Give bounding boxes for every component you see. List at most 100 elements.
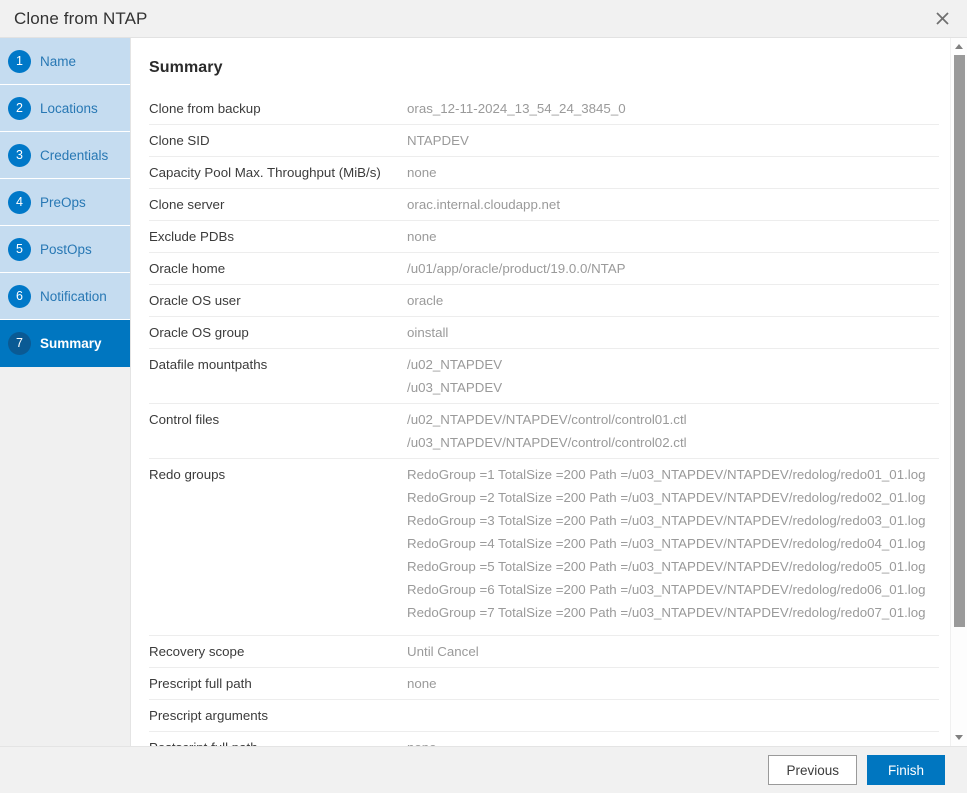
summary-value-line: /u03_NTAPDEV/NTAPDEV/control/control02.c… (407, 435, 939, 451)
scroll-down-arrow-icon[interactable] (951, 729, 967, 746)
scrollbar-track[interactable] (951, 55, 967, 729)
summary-value-line: orac.internal.cloudapp.net (407, 197, 939, 213)
step-number: 4 (8, 191, 31, 214)
summary-key: Redo groups (149, 459, 407, 636)
step-label: Name (40, 54, 76, 69)
summary-value-line: /u03_NTAPDEV (407, 380, 939, 396)
summary-value: oinstall (407, 317, 939, 349)
summary-value: oras_12-11-2024_13_54_24_3845_0 (407, 93, 939, 125)
table-row: Clone from backuporas_12-11-2024_13_54_2… (149, 93, 939, 125)
step-label: Credentials (40, 148, 108, 163)
summary-table: Clone from backuporas_12-11-2024_13_54_2… (149, 93, 939, 746)
step-number: 3 (8, 144, 31, 167)
step-label: Locations (40, 101, 98, 116)
dialog-footer: Previous Finish (0, 746, 967, 793)
sidebar-item-summary[interactable]: 7 Summary (0, 320, 130, 367)
table-row: Control files/u02_NTAPDEV/NTAPDEV/contro… (149, 404, 939, 459)
table-row: Oracle home/u01/app/oracle/product/19.0.… (149, 253, 939, 285)
close-icon[interactable] (929, 6, 955, 32)
dialog-title: Clone from NTAP (14, 9, 147, 29)
summary-value-line: oracle (407, 293, 939, 309)
summary-key: Prescript arguments (149, 700, 407, 732)
summary-value: RedoGroup =1 TotalSize =200 Path =/u03_N… (407, 459, 939, 636)
summary-value-line: RedoGroup =7 TotalSize =200 Path =/u03_N… (407, 605, 939, 621)
summary-value-line: none (407, 165, 939, 181)
step-number: 7 (8, 332, 31, 355)
page-title: Summary (149, 59, 956, 77)
step-label: Summary (40, 336, 102, 351)
sidebar-item-notification[interactable]: 6 Notification (0, 273, 130, 320)
summary-key: Datafile mountpaths (149, 349, 407, 404)
step-number: 2 (8, 97, 31, 120)
sidebar-item-postops[interactable]: 5 PostOps (0, 226, 130, 273)
summary-key: Prescript full path (149, 668, 407, 700)
table-row: Prescript arguments (149, 700, 939, 732)
dialog-titlebar: Clone from NTAP (0, 0, 967, 38)
table-row: Clone serverorac.internal.cloudapp.net (149, 189, 939, 221)
summary-value: Until Cancel (407, 636, 939, 668)
table-row: Redo groupsRedoGroup =1 TotalSize =200 P… (149, 459, 939, 636)
clone-from-ntap-wizard: Clone from NTAP 1 Name 2 Locations 3 Cre… (0, 0, 967, 793)
summary-value-line: NTAPDEV (407, 133, 939, 149)
scrollbar-thumb[interactable] (954, 55, 965, 627)
summary-value-line: none (407, 676, 939, 692)
summary-value-line: RedoGroup =5 TotalSize =200 Path =/u03_N… (407, 559, 939, 575)
summary-key: Oracle OS user (149, 285, 407, 317)
summary-value-line: /u02_NTAPDEV/NTAPDEV/control/control01.c… (407, 412, 939, 428)
summary-value-line: /u02_NTAPDEV (407, 357, 939, 373)
table-row: Oracle OS useroracle (149, 285, 939, 317)
step-label: PostOps (40, 242, 92, 257)
table-row: Clone SIDNTAPDEV (149, 125, 939, 157)
summary-key: Capacity Pool Max. Throughput (MiB/s) (149, 157, 407, 189)
summary-key: Postscript full path (149, 732, 407, 747)
summary-value: none (407, 157, 939, 189)
summary-value-line: Until Cancel (407, 644, 939, 660)
summary-value-line: none (407, 740, 939, 746)
table-row: Postscript full pathnone (149, 732, 939, 747)
step-label: PreOps (40, 195, 86, 210)
summary-value (407, 700, 939, 732)
dialog-body: 1 Name 2 Locations 3 Credentials 4 PreOp… (0, 38, 967, 746)
summary-value: NTAPDEV (407, 125, 939, 157)
summary-key: Oracle OS group (149, 317, 407, 349)
summary-value: /u02_NTAPDEV/u03_NTAPDEV (407, 349, 939, 404)
summary-value-line: RedoGroup =3 TotalSize =200 Path =/u03_N… (407, 513, 939, 529)
step-number: 5 (8, 238, 31, 261)
table-row: Prescript full pathnone (149, 668, 939, 700)
sidebar-item-locations[interactable]: 2 Locations (0, 85, 130, 132)
wizard-steps-sidebar: 1 Name 2 Locations 3 Credentials 4 PreOp… (0, 38, 131, 746)
summary-value-line: none (407, 229, 939, 245)
summary-value-line: oinstall (407, 325, 939, 341)
content-scrollbar[interactable] (950, 38, 967, 746)
summary-value: none (407, 668, 939, 700)
summary-value-line: RedoGroup =4 TotalSize =200 Path =/u03_N… (407, 536, 939, 552)
sidebar-item-credentials[interactable]: 3 Credentials (0, 132, 130, 179)
summary-key: Oracle home (149, 253, 407, 285)
step-number: 1 (8, 50, 31, 73)
previous-button[interactable]: Previous (768, 755, 857, 785)
summary-value-line: oras_12-11-2024_13_54_24_3845_0 (407, 101, 939, 117)
table-row: Datafile mountpaths/u02_NTAPDEV/u03_NTAP… (149, 349, 939, 404)
summary-value: none (407, 732, 939, 747)
summary-value-line: RedoGroup =2 TotalSize =200 Path =/u03_N… (407, 490, 939, 506)
scroll-up-arrow-icon[interactable] (951, 38, 967, 55)
summary-key: Exclude PDBs (149, 221, 407, 253)
summary-key: Clone SID (149, 125, 407, 157)
step-label: Notification (40, 289, 107, 304)
table-row: Exclude PDBsnone (149, 221, 939, 253)
summary-value-line: RedoGroup =1 TotalSize =200 Path =/u03_N… (407, 467, 939, 483)
sidebar-item-preops[interactable]: 4 PreOps (0, 179, 130, 226)
table-row: Capacity Pool Max. Throughput (MiB/s)non… (149, 157, 939, 189)
finish-button[interactable]: Finish (867, 755, 945, 785)
summary-value: orac.internal.cloudapp.net (407, 189, 939, 221)
table-row: Oracle OS groupoinstall (149, 317, 939, 349)
summary-key: Clone server (149, 189, 407, 221)
summary-key: Control files (149, 404, 407, 459)
summary-value: /u01/app/oracle/product/19.0.0/NTAP (407, 253, 939, 285)
sidebar-filler (0, 367, 130, 746)
summary-key: Recovery scope (149, 636, 407, 668)
sidebar-item-name[interactable]: 1 Name (0, 38, 130, 85)
summary-value: /u02_NTAPDEV/NTAPDEV/control/control01.c… (407, 404, 939, 459)
summary-panel: Summary Clone from backuporas_12-11-2024… (131, 38, 967, 746)
summary-value-line: RedoGroup =6 TotalSize =200 Path =/u03_N… (407, 582, 939, 598)
